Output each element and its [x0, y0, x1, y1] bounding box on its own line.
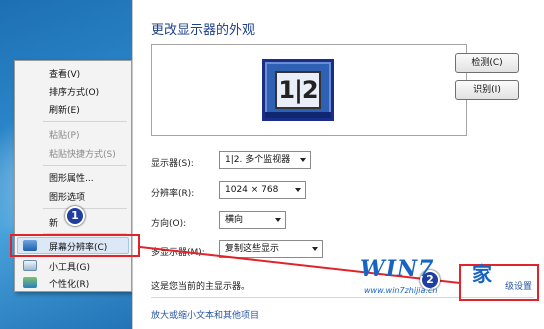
multi-display-label: 多显示器(M):: [151, 248, 205, 258]
multi-display-select[interactable]: 复制这些显示: [219, 240, 323, 258]
chevron-down-icon: [300, 158, 306, 162]
menu-item-view[interactable]: 查看(V): [49, 67, 80, 80]
chevron-down-icon: [275, 218, 281, 222]
monitor-number: 1|2: [275, 71, 321, 109]
menu-item-graphics-properties[interactable]: 图形属性...: [49, 171, 94, 184]
highlight-box-resolution: [10, 234, 140, 257]
display-label: 显示器(S):: [151, 159, 194, 169]
primary-display-text: 这是您当前的主显示器。: [151, 282, 251, 292]
text-size-link[interactable]: 放大或缩小文本和其他项目: [151, 308, 259, 321]
resolution-select-value: 1024 × 768: [225, 185, 279, 195]
watermark-logo: WIN7: [360, 256, 435, 282]
menu-item-refresh[interactable]: 刷新(E): [49, 103, 80, 116]
multi-display-select-value: 复制这些显示: [225, 244, 280, 254]
site-watermark: WIN7 家 www.win7zhijia.cn: [360, 256, 510, 300]
menu-item-personalize[interactable]: 个性化(R): [49, 277, 89, 290]
identify-button[interactable]: 识别(I): [455, 80, 519, 100]
menu-separator: [43, 165, 127, 166]
chevron-down-icon: [295, 188, 301, 192]
menu-separator: [43, 121, 127, 122]
menu-item-paste[interactable]: 粘贴(P): [49, 128, 79, 141]
display-select-value: 1|2. 多个监视器: [225, 155, 291, 165]
chevron-down-icon: [312, 247, 318, 251]
monitor-preview[interactable]: 1|2: [262, 59, 334, 121]
menu-item-paste-shortcut[interactable]: 粘贴快捷方式(S): [49, 147, 116, 160]
desktop-context-menu: 查看(V) 排序方式(O) 刷新(E) 粘贴(P) 粘贴快捷方式(S) 图形属性…: [14, 60, 132, 292]
watermark-jia: 家: [472, 262, 492, 286]
display-preview-area: 1|2: [151, 44, 467, 136]
menu-separator: [43, 208, 127, 209]
personalize-icon: [23, 277, 37, 288]
menu-item-graphics-options[interactable]: 图形选项: [49, 190, 85, 203]
gadgets-icon: [23, 260, 37, 271]
menu-item-gadgets[interactable]: 小工具(G): [49, 260, 90, 273]
resolution-label: 分辨率(R):: [151, 189, 195, 199]
resolution-select[interactable]: 1024 × 768: [219, 181, 306, 199]
orientation-select-value: 横向: [225, 215, 244, 225]
dialog-title: 更改显示器的外观: [151, 23, 256, 38]
orientation-select[interactable]: 横向: [219, 211, 286, 229]
menu-item-new[interactable]: 新: [49, 216, 58, 229]
monitor-taskbar: [265, 112, 331, 118]
watermark-url: www.win7zhijia.cn: [364, 286, 438, 295]
menu-item-sort[interactable]: 排序方式(O): [49, 85, 99, 98]
orientation-label: 方向(O):: [151, 219, 187, 229]
display-select[interactable]: 1|2. 多个监视器: [219, 151, 311, 169]
step-badge-1: 1: [65, 206, 85, 226]
detect-button[interactable]: 检测(C): [455, 53, 519, 73]
